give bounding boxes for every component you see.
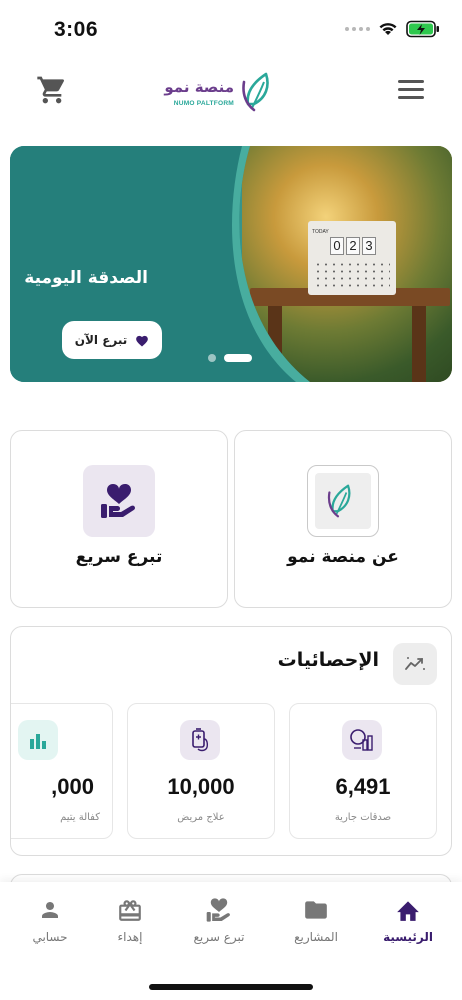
heart-hand-icon: [101, 484, 135, 518]
about-numo-label: عن منصة نمو: [287, 547, 399, 567]
carousel-indicator[interactable]: [208, 354, 252, 362]
statistics-panel: الإحصائيات 6,491 صدقات جارية 10,000 علاج…: [10, 626, 452, 856]
nav-item-home[interactable]: الرئيسية: [364, 896, 452, 948]
orphan-sponsorship-icon-box: [18, 720, 58, 760]
bar-chart-icon: [30, 734, 46, 749]
stat-label: علاج مريض: [177, 812, 225, 823]
banner-calendar-image: TODAY 0 2 3: [308, 221, 396, 295]
home-indicator[interactable]: [149, 984, 313, 990]
nav-label: تبرع سريع: [193, 930, 245, 944]
promo-banner[interactable]: TODAY 0 2 3 الصدقة اليومية تبرع الآن: [10, 146, 452, 382]
stat-card-patient-treatment[interactable]: 10,000 علاج مريض: [127, 703, 275, 839]
donate-now-button[interactable]: تبرع الآن: [62, 321, 162, 359]
status-bar: 3:06: [0, 0, 462, 60]
quick-donate-label: تبرع سريع: [75, 547, 163, 567]
nav-item-account[interactable]: حسابي: [6, 896, 94, 948]
heart-hand-icon: [206, 898, 230, 922]
carousel-dot-active[interactable]: [224, 354, 252, 362]
hamburger-menu-icon: [398, 80, 424, 83]
person-icon: [42, 902, 58, 918]
gift-icon: [119, 900, 141, 921]
wifi-icon: [379, 23, 397, 35]
statistics-title: الإحصائيات: [277, 649, 379, 671]
nav-label: حسابي: [32, 930, 68, 944]
ongoing-charity-icon-box: [342, 720, 382, 760]
donate-now-label: تبرع الآن: [74, 333, 128, 347]
nav-label: المشاريع: [294, 930, 338, 944]
stat-label: كفالة يتيم: [60, 812, 100, 823]
calendar-digit: 0: [330, 237, 344, 255]
nav-item-gift[interactable]: إهداء: [86, 896, 174, 948]
logo-text-english: NUMO PALTFORM: [173, 100, 234, 107]
about-numo-card[interactable]: عن منصة نمو: [234, 430, 452, 608]
nav-item-projects[interactable]: المشاريع: [272, 896, 360, 948]
calendar-digit: 3: [362, 237, 376, 255]
numo-logo[interactable]: منصة نمو NUMO PALTFORM: [164, 68, 280, 116]
heart-icon: [136, 335, 149, 347]
patient-treatment-icon: [192, 728, 209, 752]
nav-item-quick-donate[interactable]: تبرع سريع: [175, 896, 263, 948]
bottom-navigation: الرئيسية المشاريع تبرع سريع إهداء حسابي: [0, 882, 462, 1000]
about-numo-icon-box: [307, 465, 379, 537]
cart-button[interactable]: [36, 74, 68, 106]
calendar-today-label: TODAY: [312, 229, 329, 235]
logo-text-arabic: منصة نمو: [164, 78, 234, 96]
stat-card-ongoing-charity[interactable]: 6,491 صدقات جارية: [289, 703, 437, 839]
quick-donate-card[interactable]: تبرع سريع: [10, 430, 228, 608]
signal-dots-icon: [345, 27, 370, 31]
logo-mark-icon: [242, 72, 269, 112]
app-header: منصة نمو NUMO PALTFORM: [0, 60, 462, 124]
cart-icon: [37, 76, 65, 104]
folder-icon: [305, 901, 327, 919]
stat-value: 10,000: [167, 774, 235, 799]
statistics-icon-box: [393, 643, 437, 685]
hamburger-menu-button[interactable]: [398, 80, 424, 102]
nav-label: الرئيسية: [383, 930, 433, 944]
nav-label: إهداء: [117, 930, 143, 944]
status-time: 3:06: [54, 18, 99, 41]
home-icon: [397, 901, 419, 921]
patient-treatment-icon-box: [180, 720, 220, 760]
ongoing-charity-icon: [350, 729, 373, 751]
quick-donate-icon-box: [83, 465, 155, 537]
logo-mark-icon: [327, 484, 351, 518]
calendar-digit: 2: [346, 237, 360, 255]
trend-chart-icon: [405, 657, 425, 670]
stat-value: ,000: [51, 774, 94, 799]
banner-title: الصدقة اليومية: [24, 268, 148, 288]
stat-label: صدقات جارية: [334, 812, 392, 823]
status-indicators: [345, 20, 440, 38]
stat-card-orphan-sponsorship[interactable]: ,000 كفالة يتيم: [11, 703, 113, 839]
stat-value: 6,491: [335, 774, 391, 799]
battery-charging-icon: [406, 20, 439, 38]
carousel-dot[interactable]: [208, 354, 216, 362]
